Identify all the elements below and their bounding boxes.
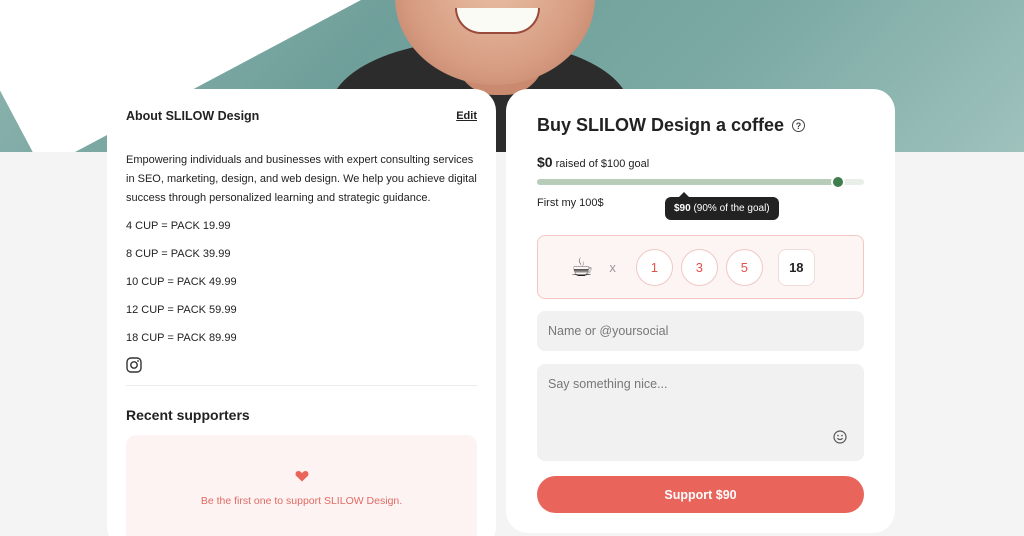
raised-amount: $0 xyxy=(537,154,553,170)
about-description: Empowering individuals and businesses wi… xyxy=(126,154,477,204)
coffee-card: Buy SLILOW Design a coffee ? $0 raised o… xyxy=(506,89,895,533)
supporters-title: Recent supporters xyxy=(126,407,250,423)
divider xyxy=(126,385,477,386)
goal-progress-knob[interactable] xyxy=(830,175,845,189)
raised-summary: $0 raised of $100 goal xyxy=(537,154,864,170)
coffee-title: Buy SLILOW Design a coffee xyxy=(537,115,785,135)
heart-icon xyxy=(295,471,308,482)
goal-progress-bar xyxy=(537,175,864,189)
multiply-sign: x xyxy=(609,259,616,275)
raised-text: raised of $100 goal xyxy=(555,158,650,170)
goal-progress-fill xyxy=(537,179,838,185)
tooltip-note: (90% of the goal) xyxy=(693,203,770,214)
name-input[interactable]: Name or @yoursocial xyxy=(537,311,864,351)
cup-selector: ☕ x 1 3 5 18 xyxy=(537,235,864,299)
quantity-option-1[interactable]: 1 xyxy=(635,248,673,286)
about-card: About SLILOW Design Edit Empowering indi… xyxy=(107,89,496,536)
instagram-icon[interactable] xyxy=(126,357,142,373)
supporters-empty-text: Be the first one to support SLILOW Desig… xyxy=(200,495,403,507)
pack-item: 4 CUP = PACK 19.99 xyxy=(126,220,231,232)
message-textarea[interactable]: Say something nice... xyxy=(537,364,864,461)
pack-item: 8 CUP = PACK 39.99 xyxy=(126,248,231,260)
supporters-empty-state: Be the first one to support SLILOW Desig… xyxy=(126,435,477,536)
hero-smile xyxy=(455,8,540,34)
quantity-option-3[interactable]: 3 xyxy=(680,248,718,286)
emoji-icon[interactable] xyxy=(833,430,847,444)
edit-link[interactable]: Edit xyxy=(456,110,477,122)
quantity-input[interactable]: 18 xyxy=(777,248,815,286)
coffee-cup-icon: ☕ xyxy=(570,251,594,282)
support-button[interactable]: Support $90 xyxy=(537,476,864,513)
about-title: About SLILOW Design xyxy=(126,109,260,123)
quantity-option-5[interactable]: 5 xyxy=(725,248,763,286)
pack-item: 10 CUP = PACK 49.99 xyxy=(126,276,237,288)
tooltip-amount: $90 xyxy=(674,203,691,214)
goal-tooltip: $90 (90% of the goal) xyxy=(665,192,779,220)
pack-item: 12 CUP = PACK 59.99 xyxy=(126,304,237,316)
pack-item: 18 CUP = PACK 89.99 xyxy=(126,332,237,344)
help-icon[interactable]: ? xyxy=(792,119,806,132)
message-placeholder: Say something nice... xyxy=(548,377,668,391)
